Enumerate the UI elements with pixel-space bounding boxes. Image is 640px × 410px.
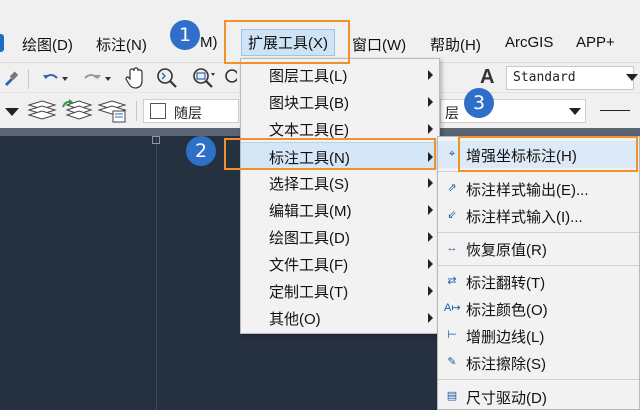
- menu-dimension[interactable]: 标注(N): [96, 34, 147, 55]
- step-callout-2: 2: [186, 136, 216, 166]
- submenu-item-erase[interactable]: ✎ 标注擦除(S): [438, 349, 639, 376]
- menu-bar-edge-icon: [0, 34, 4, 52]
- menu-item-draw-tools[interactable]: 绘图工具(D): [241, 223, 439, 250]
- step-callout-1: 1: [170, 20, 200, 50]
- menu-arcgis[interactable]: ArcGIS: [505, 34, 553, 51]
- menu-divider: [438, 265, 639, 266]
- menu-item-custom-tools[interactable]: 定制工具(T): [241, 277, 439, 304]
- dim-color-icon: A↦: [444, 302, 461, 314]
- step-callout-3: 3: [464, 88, 494, 118]
- text-style-icon: A: [480, 66, 495, 88]
- submenu-arrow-icon: [428, 124, 433, 134]
- lineweight-preview: [600, 110, 630, 111]
- menu-item-block-tools[interactable]: 图块工具(B): [241, 88, 439, 115]
- submenu-item-dimension-drive[interactable]: ▤ 尺寸驱动(D): [438, 383, 639, 410]
- menu-item-other[interactable]: 其他(O): [241, 304, 439, 331]
- toolbar-separator: [136, 101, 137, 121]
- chevron-down-icon[interactable]: [4, 107, 20, 117]
- layer-previous-icon[interactable]: [60, 98, 94, 124]
- linetype-value: 层: [445, 105, 459, 121]
- extended-tools-menu: 图层工具(L) 图块工具(B) 文本工具(E) 标注工具(N) 选择工具(S) …: [240, 58, 440, 334]
- submenu-arrow-icon: [428, 178, 433, 188]
- submenu-arrow-icon: [428, 70, 433, 80]
- menu-help[interactable]: 帮助(H): [430, 34, 481, 55]
- dim-style-import-icon: ⇙: [447, 209, 457, 221]
- menu-window[interactable]: 窗口(W): [352, 34, 406, 55]
- text-style-selector[interactable]: A Standard: [476, 66, 640, 90]
- app-window: 绘图(D) 标注(N) M) 扩展工具(X) 窗口(W) 帮助(H) ArcGI…: [0, 0, 640, 410]
- zoom-previous-icon[interactable]: [222, 66, 238, 90]
- grip-marker[interactable]: [152, 136, 160, 144]
- submenu-item-style-export[interactable]: ⇗ 标注样式输出(E)...: [438, 175, 639, 202]
- menu-item-label: 定制工具(T): [269, 284, 349, 301]
- drawing-line: [156, 136, 157, 410]
- menu-item-label: 图块工具(B): [269, 95, 349, 112]
- menu-item-layer-tools[interactable]: 图层工具(L): [241, 61, 439, 88]
- undo-icon[interactable]: [40, 68, 70, 88]
- menu-item-edit-tools[interactable]: 编辑工具(M): [241, 196, 439, 223]
- submenu-item-label: 增删边线(L): [466, 329, 545, 346]
- submenu-item-label: 标注颜色(O): [466, 302, 548, 319]
- dim-erase-icon: ✎: [447, 356, 457, 368]
- annotation-box-enhanced-coordinate: [458, 136, 638, 172]
- layer-color-selector[interactable]: 随层: [143, 99, 239, 123]
- submenu-arrow-icon: [428, 286, 433, 296]
- menu-draw[interactable]: 绘图(D): [22, 34, 73, 55]
- submenu-item-flip[interactable]: ⇄ 标注翻转(T): [438, 268, 639, 295]
- toolbar-separator: [28, 69, 29, 89]
- submenu-arrow-icon: [428, 232, 433, 242]
- chevron-down-icon[interactable]: [626, 74, 638, 81]
- color-swatch: [150, 103, 166, 119]
- submenu-item-extension-lines[interactable]: ⊢ 增删边线(L): [438, 322, 639, 349]
- submenu-arrow-icon: [428, 259, 433, 269]
- dimension-tools-submenu: ⌖ 增强坐标标注(H) ⇗ 标注样式输出(E)... ⇙ 标注样式输入(I)..…: [437, 136, 640, 410]
- submenu-item-label: 标注样式输入(I)...: [466, 209, 583, 226]
- restore-value-icon: ↔: [446, 242, 458, 254]
- menu-modify-partial[interactable]: M): [200, 34, 218, 51]
- submenu-item-label: 恢复原值(R): [466, 242, 547, 259]
- dim-flip-icon: ⇄: [447, 275, 457, 287]
- chevron-down-icon[interactable]: [569, 108, 581, 115]
- zoom-realtime-icon[interactable]: [154, 66, 180, 90]
- menu-divider: [438, 232, 639, 233]
- submenu-item-label: 尺寸驱动(D): [466, 390, 547, 407]
- submenu-arrow-icon: [428, 97, 433, 107]
- dim-style-export-icon: ⇗: [447, 182, 457, 194]
- layer-state-icon[interactable]: [96, 98, 128, 124]
- menu-item-label: 其他(O): [269, 311, 321, 328]
- menu-item-label: 选择工具(S): [269, 176, 349, 193]
- redo-icon[interactable]: [80, 68, 116, 88]
- submenu-arrow-icon: [428, 205, 433, 215]
- annotation-box-menu: [224, 20, 350, 64]
- submenu-arrow-icon: [428, 313, 433, 323]
- menu-item-label: 文件工具(F): [269, 257, 349, 274]
- submenu-item-label: 标注翻转(T): [466, 275, 546, 292]
- submenu-item-label: 标注样式输出(E)...: [466, 182, 589, 199]
- layer-color-value: 随层: [174, 105, 202, 121]
- menu-item-select-tools[interactable]: 选择工具(S): [241, 169, 439, 196]
- menu-item-label: 文本工具(E): [269, 122, 349, 139]
- submenu-item-restore[interactable]: ↔ 恢复原值(R): [438, 235, 639, 262]
- paintbrush-icon[interactable]: [2, 68, 20, 88]
- linetype-selector[interactable]: 层: [440, 99, 586, 123]
- annotation-box-dimension-tools: [224, 138, 436, 170]
- zoom-window-icon[interactable]: [190, 66, 218, 90]
- submenu-item-label: 标注擦除(S): [466, 356, 546, 373]
- edit-extension-line-icon: ⊢: [447, 329, 457, 341]
- pan-hand-icon[interactable]: [124, 66, 146, 90]
- menu-item-file-tools[interactable]: 文件工具(F): [241, 250, 439, 277]
- menu-app-plus[interactable]: APP+: [576, 34, 615, 51]
- text-style-value: Standard: [506, 66, 634, 90]
- menu-item-label: 编辑工具(M): [269, 203, 352, 220]
- menu-item-label: 绘图工具(D): [269, 230, 350, 247]
- submenu-item-style-import[interactable]: ⇙ 标注样式输入(I)...: [438, 202, 639, 229]
- lineweight-selector[interactable]: [590, 99, 640, 123]
- submenu-item-color[interactable]: A↦ 标注颜色(O): [438, 295, 639, 322]
- menu-item-label: 图层工具(L): [269, 68, 348, 85]
- dimension-drive-icon: ▤: [446, 390, 458, 402]
- layer-stack-icon[interactable]: [26, 98, 58, 124]
- menu-divider: [438, 379, 639, 380]
